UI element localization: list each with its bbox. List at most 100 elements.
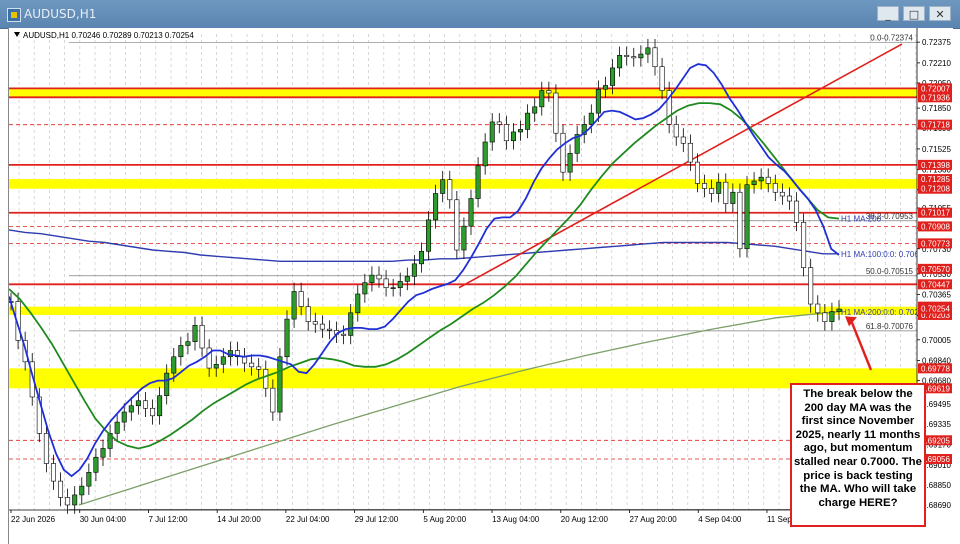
candle-body	[786, 195, 792, 202]
candle-body	[716, 181, 722, 194]
candle-body	[164, 372, 170, 397]
x-tick-label: 7 Jul 12:00	[148, 515, 188, 524]
candle-body	[518, 129, 524, 133]
candle-body	[65, 497, 71, 506]
candle-body	[687, 142, 693, 163]
candle-body	[79, 485, 85, 496]
candle-body	[114, 421, 120, 434]
minimize-button[interactable]: _	[877, 6, 899, 21]
candle-body	[418, 250, 424, 265]
candle-body	[680, 136, 686, 144]
candle-body	[135, 400, 141, 407]
candle-body	[503, 124, 509, 142]
candle-body	[72, 494, 78, 506]
candle-body	[256, 366, 262, 370]
candle-body	[694, 161, 700, 184]
candle-body	[383, 278, 389, 288]
x-tick-label: 5 Aug 20:00	[423, 515, 466, 524]
x-tick-label: 20 Aug 12:00	[561, 515, 609, 524]
price-tag-label: 0.71208	[921, 185, 950, 194]
candle-body	[595, 88, 601, 114]
annotation-note: The break below the 200 day MA was the f…	[790, 383, 926, 527]
x-tick-label: 30 Jun 04:00	[80, 515, 127, 524]
candle-body	[121, 411, 127, 423]
candle-body	[765, 176, 771, 184]
candle-body	[319, 323, 325, 330]
price-tag-label: 0.69778	[921, 364, 950, 373]
candle-body	[50, 463, 56, 482]
candle-body	[58, 480, 64, 498]
candle-body	[758, 176, 764, 182]
window-titlebar: AUDUSD,H1 _ □ ✕	[0, 0, 960, 29]
candle-body	[567, 153, 573, 173]
price-tag-label: 0.70908	[921, 222, 950, 231]
price-tag-label: 0.71285	[921, 175, 950, 184]
candle-body	[475, 165, 481, 199]
candle-body	[213, 364, 219, 369]
candle-body	[242, 356, 248, 364]
candle-body	[723, 181, 729, 204]
candle-body	[440, 179, 446, 194]
candle-body	[326, 328, 332, 331]
y-tick-label: 0.70005	[922, 336, 951, 345]
price-tag-label: 0.71718	[921, 121, 950, 130]
candle-body	[468, 198, 474, 227]
candle-body	[751, 180, 757, 186]
fib-level-label: 50.0-0.70515	[866, 267, 914, 276]
y-tick-label: 0.71525	[922, 145, 951, 154]
candle-body	[404, 276, 410, 282]
x-tick-label: 22 Jul 04:00	[286, 515, 330, 524]
candle-body	[808, 267, 814, 305]
candle-body	[815, 303, 821, 314]
candle-body	[426, 219, 432, 252]
price-tag-label: 0.70447	[921, 280, 950, 289]
y-tick-label: 0.70365	[922, 291, 951, 300]
candle-body	[801, 222, 807, 268]
candle-body	[341, 333, 347, 336]
candle-body	[546, 90, 552, 94]
chart-app-icon	[7, 8, 21, 22]
price-tag-label: 0.72007	[921, 84, 950, 93]
candle-body	[397, 281, 403, 288]
chart-area[interactable]: 0.0-0.72374 38.2-0.70953 50.0-0.70515 61.8-…	[8, 28, 953, 544]
candle-body	[510, 131, 516, 142]
candle-body	[312, 321, 318, 325]
candle-body	[369, 274, 375, 283]
candle-body	[171, 356, 177, 374]
close-button[interactable]: ✕	[929, 6, 951, 21]
candle-body	[362, 282, 368, 295]
ma-label: H1 MA:100:0:0: 0.70688	[841, 250, 928, 259]
candle-body	[829, 311, 835, 322]
candle-body	[779, 191, 785, 197]
maximize-button[interactable]: □	[903, 6, 925, 21]
candle-body	[43, 433, 49, 464]
candle-body	[709, 188, 715, 194]
candle-body	[220, 356, 226, 365]
support-resistance-zone	[9, 306, 917, 315]
candle-body	[199, 325, 205, 349]
y-tick-label: 0.69335	[922, 420, 951, 429]
price-tag-label: 0.70773	[921, 239, 950, 248]
candle-body	[376, 274, 382, 280]
price-tag-label: 0.71936	[921, 93, 950, 102]
window-title: AUDUSD,H1	[24, 7, 97, 21]
candle-body	[263, 369, 269, 389]
candle-body	[100, 448, 106, 458]
candle-body	[270, 387, 276, 413]
candle-body	[291, 291, 297, 320]
candle-body	[178, 345, 184, 358]
candle-body	[185, 341, 191, 346]
candle-body	[348, 312, 354, 336]
price-tag-label: 0.70254	[921, 305, 950, 314]
x-tick-label: 27 Aug 20:00	[630, 515, 678, 524]
candle-body	[454, 199, 460, 251]
candle-body	[128, 405, 134, 413]
candle-body	[624, 55, 630, 57]
candle-body	[447, 179, 453, 201]
candle-body	[553, 92, 559, 134]
candle-body	[142, 400, 148, 409]
candle-body	[433, 193, 439, 221]
candle-body	[794, 200, 800, 223]
chart-window: AUDUSD,H1 _ □ ✕ 0.0-0.72374 38.2-0.70953 5…	[0, 0, 960, 544]
candle-body	[730, 191, 736, 204]
